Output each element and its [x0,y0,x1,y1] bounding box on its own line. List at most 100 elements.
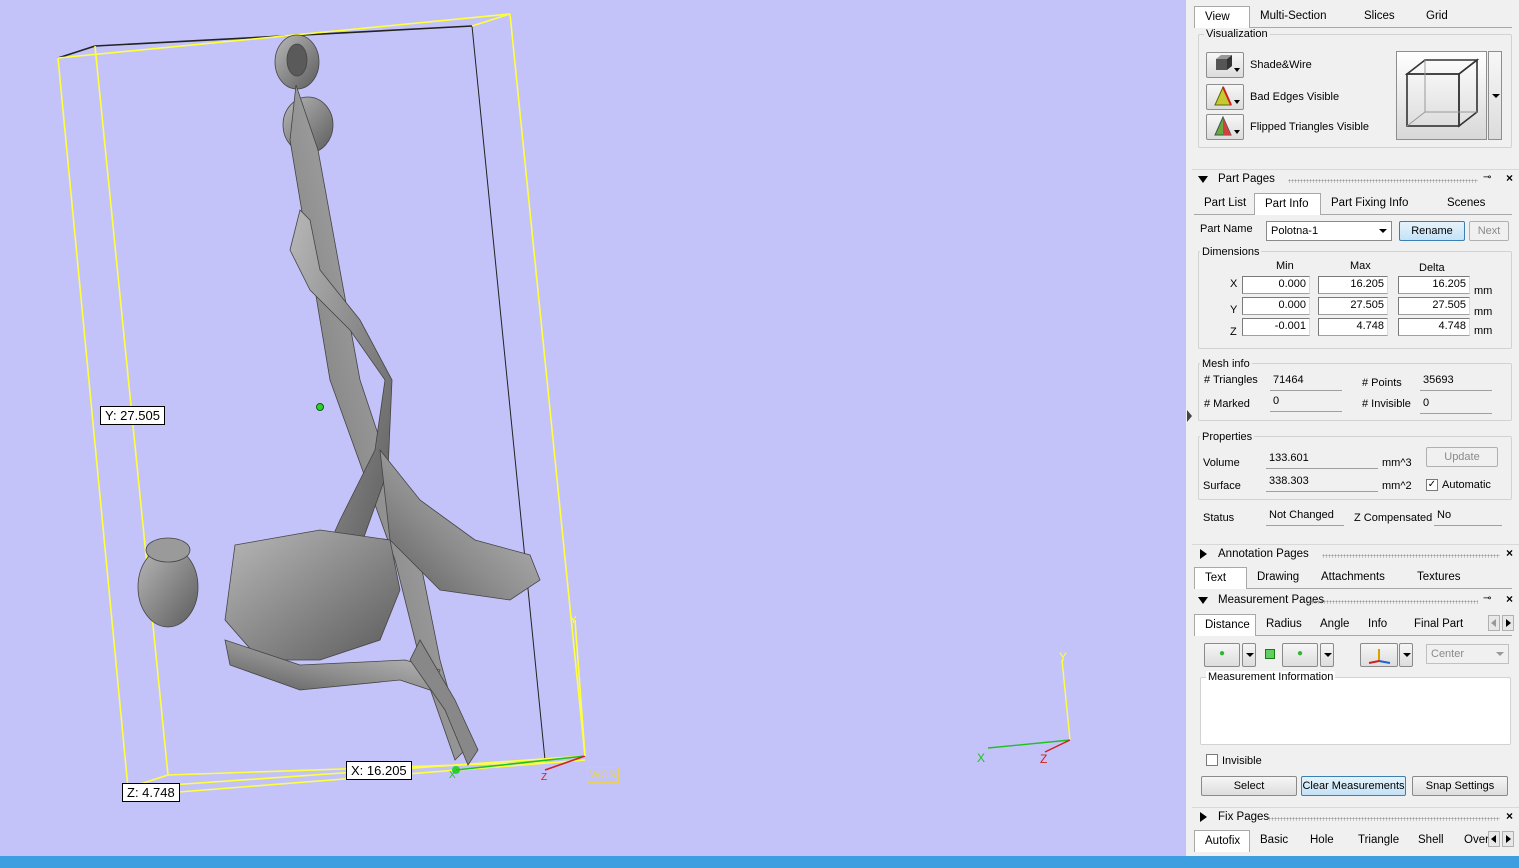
close-icon[interactable]: × [1506,592,1513,606]
second-point-button[interactable]: ● [1282,643,1318,667]
invisible-count-value: 0 [1420,396,1492,414]
dim-x-label: X [1230,278,1238,290]
xyz-axis-icon [1368,649,1391,664]
tab-distance[interactable]: Distance [1194,614,1256,636]
flipped-triangles-button[interactable] [1206,114,1244,140]
x-dimension-label: X: 16.205 [346,761,412,780]
chevron-down-icon [1403,653,1411,657]
first-point-dropdown[interactable] [1242,643,1256,667]
point-icon: ● [1218,648,1226,659]
view-cube-dropdown[interactable] [1488,51,1502,140]
mesh-info-title: Mesh info [1200,358,1252,370]
annotation-pages-header[interactable]: Annotation Pages × [1192,544,1519,564]
xyz-axis-button[interactable] [1360,643,1398,667]
min-header: Min [1276,260,1294,272]
box-axis-y-label: Y [570,615,577,626]
tab-slices[interactable]: Slices [1354,6,1416,28]
viewport-canvas[interactable]: X Z Y X Y Z [0,0,1185,856]
expand-icon[interactable] [1200,812,1207,822]
triangles-value: 71464 [1270,373,1342,391]
tab-scenes[interactable]: Scenes [1437,193,1497,215]
automatic-checkbox[interactable]: ✓ [1426,479,1438,491]
snap-settings-button[interactable]: Snap Settings [1412,776,1508,796]
3d-viewport[interactable]: X Z Y X Y Z Y: 27.505 X: 16.205 Z: 4.748… [0,0,1185,856]
box-axis-z-label: Z [541,772,547,783]
invisible-checkbox[interactable] [1206,754,1218,766]
annotation-pages-title: Annotation Pages [1218,548,1309,560]
tab-multi-section[interactable]: Multi-Section [1250,6,1354,28]
expand-icon[interactable] [1200,549,1207,559]
tab-radius[interactable]: Radius [1256,614,1310,636]
select-button[interactable]: Select [1201,776,1297,796]
second-point-dropdown[interactable] [1320,643,1334,667]
close-icon[interactable]: × [1506,171,1513,185]
center-value: Center [1431,648,1465,660]
panel-splitter[interactable] [1185,0,1192,856]
close-icon[interactable]: × [1506,809,1513,823]
update-button[interactable]: Update [1426,447,1498,467]
tab-basic[interactable]: Basic [1250,830,1300,852]
center-select[interactable]: Center [1426,644,1509,664]
tab-triangle[interactable]: Triangle [1348,830,1408,852]
triangles-label: # Triangles [1204,374,1258,386]
tab-divider [1250,27,1512,28]
tab-info[interactable]: Info [1358,614,1404,636]
collapse-icon[interactable] [1198,597,1208,604]
clear-measurements-button[interactable]: Clear Measurements [1301,776,1406,796]
bad-edges-button[interactable] [1206,84,1244,110]
grip-dots [1322,554,1500,558]
tab-textures[interactable]: Textures [1407,567,1477,589]
shade-wire-label: Shade&Wire [1250,59,1312,71]
points-label: # Points [1362,377,1402,389]
fix-pages-title: Fix Pages [1218,811,1270,823]
view-cube-button[interactable] [1396,51,1487,140]
dim-x-max: 16.205 [1318,276,1388,294]
tab-autofix[interactable]: Autofix [1194,830,1250,852]
max-header: Max [1350,260,1371,272]
part-name-select[interactable]: Polotna-1 [1266,221,1392,241]
z-compensated-label: Z Compensated [1354,512,1433,524]
tab-divider [1247,588,1512,589]
pin-icon[interactable]: ⊸ [1483,172,1491,183]
tab-scroll-left[interactable] [1488,615,1500,631]
part-pages-tabbar: Part List Part Info Part Fixing Info Sce… [1194,193,1497,215]
tab-scroll-right[interactable] [1502,615,1514,631]
first-point-button[interactable]: ● [1204,643,1240,667]
volume-unit: mm^3 [1382,457,1412,469]
tab-view[interactable]: View [1194,6,1250,28]
tab-part-fixing-info[interactable]: Part Fixing Info [1321,193,1437,215]
tab-attachments[interactable]: Attachments [1311,567,1407,589]
tab-hole[interactable]: Hole [1300,830,1348,852]
tab-part-list[interactable]: Part List [1194,193,1254,215]
collapse-icon[interactable] [1198,176,1208,183]
tab-shell[interactable]: Shell [1408,830,1454,852]
pin-icon[interactable]: ⊸ [1483,593,1491,604]
part-pages-header[interactable]: Part Pages ⊸ × [1192,169,1519,189]
dim-x-unit: mm [1474,285,1493,297]
tab-overlapping[interactable]: Over [1454,830,1488,852]
center-point [316,403,324,411]
fix-pages-header[interactable]: Fix Pages × [1192,807,1519,827]
next-button[interactable]: Next [1469,221,1509,241]
shade-wire-button[interactable] [1206,52,1244,78]
part-name-value: Polotna-1 [1271,225,1319,237]
fix-tab-scroll-left[interactable] [1488,831,1500,847]
invisible-count-label: # Invisible [1362,398,1411,410]
link-icon [1265,649,1275,659]
tab-grid[interactable]: Grid [1416,6,1466,28]
tab-drawing[interactable]: Drawing [1247,567,1311,589]
close-icon[interactable]: × [1506,546,1513,560]
tab-text[interactable]: Text [1194,567,1247,589]
3d-model-figure[interactable] [137,34,541,766]
z-compensated-value: No [1434,508,1502,526]
measurement-pages-header[interactable]: Measurement Pages ⊸ × [1192,591,1519,611]
fix-tab-scroll-right[interactable] [1502,831,1514,847]
dim-y-unit: mm [1474,306,1493,318]
dim-x-delta: 16.205 [1398,276,1470,294]
rename-button[interactable]: Rename [1399,221,1465,241]
xyz-axis-dropdown[interactable] [1399,643,1413,667]
tab-part-info[interactable]: Part Info [1254,193,1321,215]
tab-final-part[interactable]: Final Part [1404,614,1480,636]
tab-angle[interactable]: Angle [1310,614,1358,636]
part-name-label: Part Name [1200,223,1253,235]
